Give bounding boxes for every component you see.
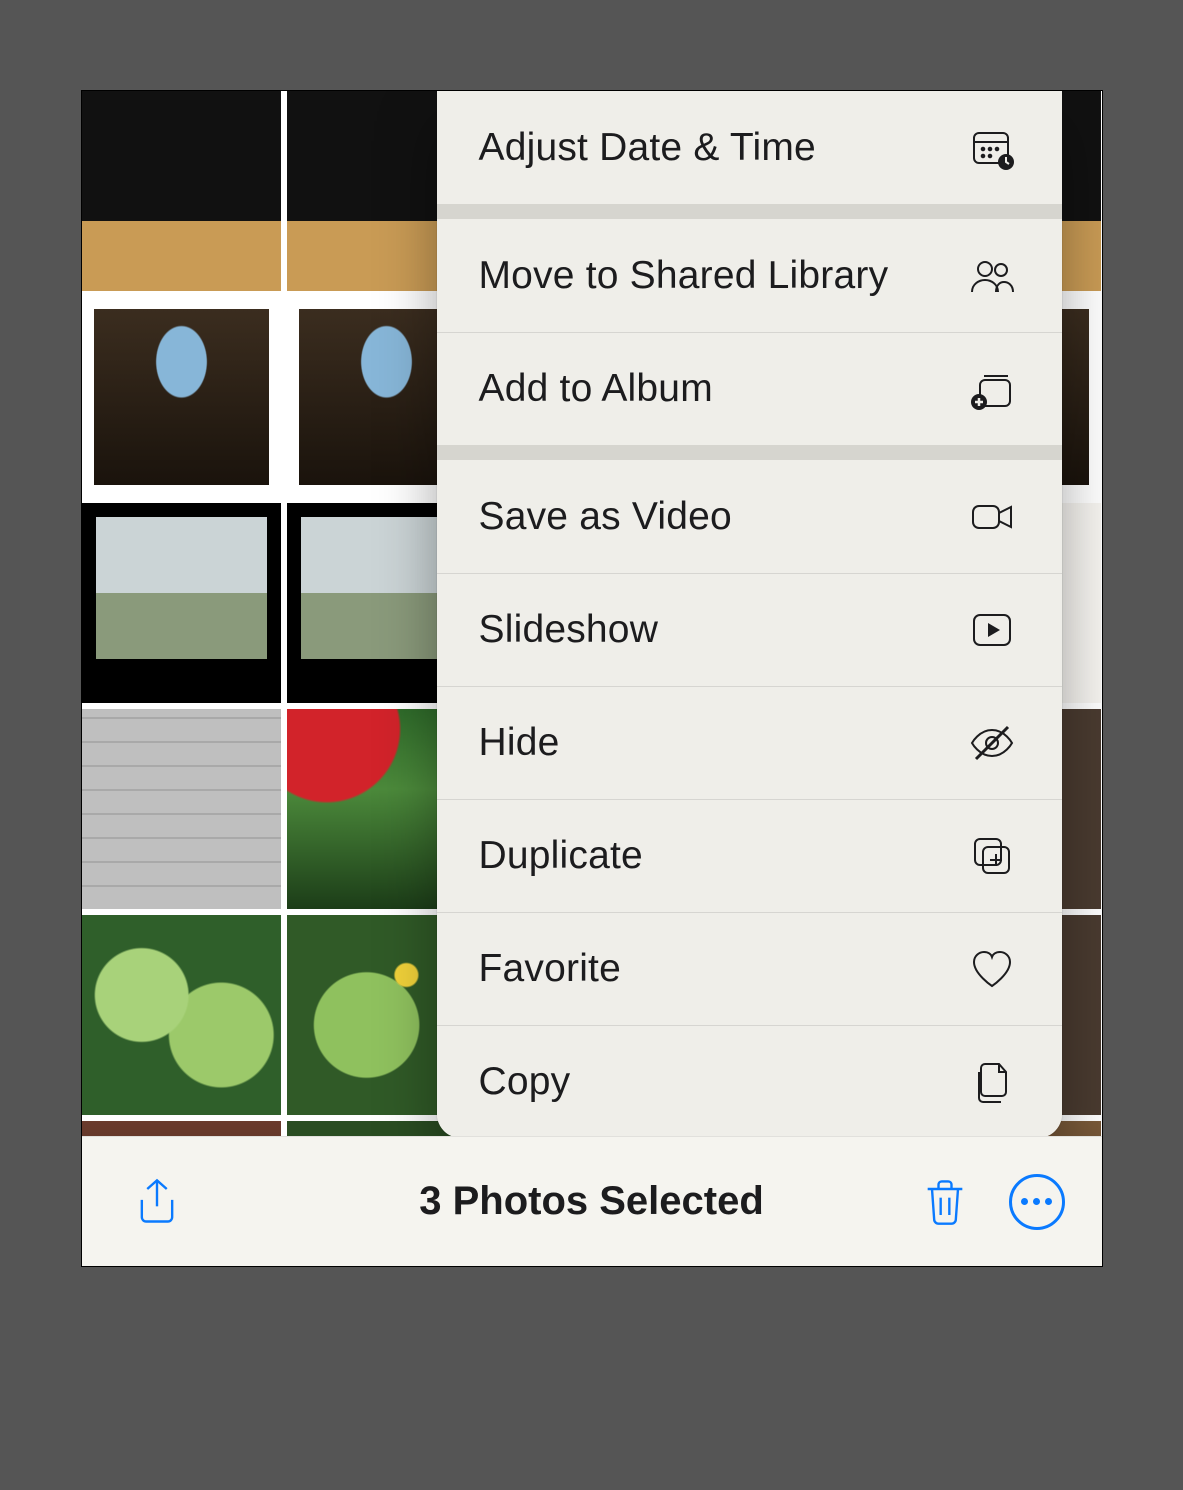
menu-separator (437, 445, 1062, 460)
menu-group: Adjust Date & Time (437, 91, 1062, 204)
bottom-toolbar: 3 Photos Selected (82, 1136, 1102, 1266)
trash-icon (919, 1176, 971, 1228)
menu-item-slideshow[interactable]: Slideshow (437, 573, 1062, 686)
menu-item-duplicate[interactable]: Duplicate (437, 799, 1062, 912)
action-menu: Adjust Date & Time Move to Shared Librar… (437, 91, 1062, 1138)
menu-item-label: Favorite (479, 947, 964, 991)
photo-thumb[interactable] (82, 915, 281, 1115)
menu-item-label: Add to Album (479, 367, 964, 411)
eye-slash-icon (964, 715, 1020, 771)
menu-item-label: Save as Video (479, 495, 964, 539)
album-add-icon (964, 361, 1020, 417)
menu-item-label: Move to Shared Library (479, 254, 964, 298)
menu-group: Save as Video Slideshow Hide Duplicate (437, 460, 1062, 1138)
duplicate-plus-icon (964, 828, 1020, 884)
calendar-clock-icon (964, 120, 1020, 176)
play-rect-icon (964, 602, 1020, 658)
heart-icon (964, 941, 1020, 997)
menu-item-adjust-date-time[interactable]: Adjust Date & Time (437, 91, 1062, 204)
video-icon (964, 489, 1020, 545)
photo-thumb[interactable] (82, 709, 281, 909)
people-icon (964, 248, 1020, 304)
menu-group: Move to Shared Library Add to Album (437, 219, 1062, 445)
menu-item-label: Hide (479, 721, 964, 765)
share-button[interactable] (122, 1167, 192, 1237)
menu-item-copy[interactable]: Copy (437, 1025, 1062, 1138)
documents-icon (964, 1054, 1020, 1110)
menu-separator (437, 204, 1062, 219)
menu-item-label: Adjust Date & Time (479, 126, 964, 170)
photo-thumb[interactable] (82, 91, 281, 291)
more-actions-button[interactable] (1002, 1167, 1072, 1237)
ellipsis-circle-icon (1009, 1174, 1065, 1230)
photo-thumb[interactable] (82, 503, 281, 703)
trash-button[interactable] (910, 1167, 980, 1237)
menu-item-label: Duplicate (479, 834, 964, 878)
photo-thumb[interactable] (82, 297, 281, 497)
menu-item-add-to-album[interactable]: Add to Album (437, 332, 1062, 445)
menu-item-save-as-video[interactable]: Save as Video (437, 460, 1062, 573)
menu-item-move-shared-library[interactable]: Move to Shared Library (437, 219, 1062, 332)
menu-item-hide[interactable]: Hide (437, 686, 1062, 799)
menu-item-favorite[interactable]: Favorite (437, 912, 1062, 1025)
menu-item-label: Slideshow (479, 608, 964, 652)
app-frame: Adjust Date & Time Move to Shared Librar… (81, 90, 1103, 1267)
menu-item-label: Copy (479, 1060, 964, 1104)
share-icon (131, 1176, 183, 1228)
